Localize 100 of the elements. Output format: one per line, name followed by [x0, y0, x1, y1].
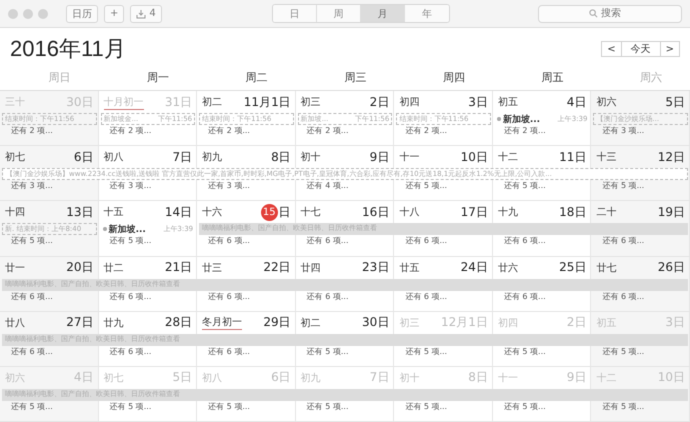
more-events-link[interactable]: 还有 6 项...: [492, 235, 592, 250]
more-events-link[interactable]: 还有 5 项...: [197, 400, 296, 415]
lunar-date: 十二: [498, 150, 518, 164]
calendars-button[interactable]: 日历: [66, 4, 98, 22]
lunar-date: 廿七: [596, 262, 616, 274]
more-events-link[interactable]: 还有 2 项...: [197, 125, 296, 139]
lunar-date: 初八: [202, 372, 222, 385]
lunar-date: 廿九: [104, 316, 124, 330]
day-number: 6日: [271, 369, 291, 386]
lunar-date: 十九: [498, 206, 518, 220]
lunar-date: 初十: [300, 150, 321, 164]
lunar-date: 十七: [300, 206, 321, 220]
more-events-link[interactable]: 还有 3 项...: [0, 180, 99, 194]
day-number: 8日: [468, 369, 488, 386]
weekday-label: 周日: [48, 70, 72, 84]
more-events-link[interactable]: 还有 2 项...: [492, 125, 592, 139]
event-title[interactable]: 新加坡...: [108, 223, 146, 236]
lunar-date: 十二: [596, 372, 616, 385]
more-events-link[interactable]: 还有 5 项...: [296, 400, 394, 415]
previous-month-button[interactable]: <: [601, 41, 622, 57]
more-events-link[interactable]: 还有 3 项...: [591, 125, 690, 139]
add-button[interactable]: +: [104, 4, 124, 22]
lunar-date: 初四: [498, 316, 518, 330]
lunar-date: 廿五: [399, 262, 420, 274]
lunar-date: 廿三: [202, 262, 222, 274]
lunar-date: 初九: [300, 372, 321, 385]
day-number: 10日: [460, 148, 488, 166]
day-number: 12月1日: [440, 314, 488, 332]
more-events-link[interactable]: 还有 5 项...: [492, 180, 592, 194]
day-number: 22日: [263, 259, 291, 276]
more-events-link[interactable]: 还有 5 项...: [0, 400, 99, 415]
more-events-link[interactable]: 还有 2 项...: [296, 125, 394, 139]
day-number: 12日: [658, 148, 685, 166]
view-tab[interactable]: 日: [272, 5, 317, 22]
lunar-date: 十六: [202, 206, 222, 220]
day-number: 6日: [74, 148, 94, 166]
day-number: 7日: [370, 369, 390, 386]
more-events-link[interactable]: 还有 3 项...: [98, 180, 198, 194]
minimize-button[interactable]: [23, 8, 33, 18]
day-number: 11月1日: [244, 94, 291, 110]
day-number: 5日: [172, 369, 192, 386]
search-field[interactable]: 搜索: [538, 4, 682, 22]
more-events-link[interactable]: 还有 6 项...: [0, 346, 99, 360]
inbox-button[interactable]: 4: [130, 4, 162, 22]
close-button[interactable]: [8, 8, 18, 18]
weekday-label: 周四: [442, 70, 466, 84]
more-events-link[interactable]: 还有 5 项...: [492, 400, 592, 415]
more-events-link[interactable]: 还有 6 项...: [98, 346, 198, 360]
lunar-date: 冬月初一: [202, 315, 242, 330]
more-events-link[interactable]: 还有 6 项...: [492, 290, 592, 304]
more-events-link[interactable]: 还有 5 项...: [394, 346, 493, 360]
lunar-date: 初七: [5, 150, 25, 164]
more-events-link[interactable]: 还有 5 项...: [0, 235, 99, 250]
more-events-link[interactable]: 还有 5 项...: [394, 180, 493, 194]
view-tab[interactable]: 周: [316, 5, 361, 22]
day-number: 10日: [658, 369, 685, 386]
search-input[interactable]: 搜索: [601, 8, 631, 19]
more-events-link[interactable]: 还有 5 项...: [591, 400, 690, 415]
lunar-date: 廿八: [5, 316, 25, 330]
lunar-date: 廿六: [498, 262, 518, 274]
lunar-date: 初二: [202, 96, 222, 109]
more-events-link[interactable]: 还有 6 项...: [394, 235, 493, 250]
lunar-date: 十一: [399, 150, 420, 164]
more-events-link[interactable]: 还有 2 项...: [0, 125, 99, 139]
more-events-link[interactable]: 还有 5 项...: [296, 346, 394, 360]
more-events-link[interactable]: 还有 6 项...: [197, 346, 296, 360]
more-events-link[interactable]: 还有 6 项...: [296, 235, 394, 250]
more-events-link[interactable]: 还有 5 项...: [591, 180, 690, 194]
download-tray-icon: [136, 8, 146, 18]
lunar-date: 十四: [5, 206, 25, 220]
more-events-link[interactable]: 还有 5 项...: [98, 400, 198, 415]
more-events-link[interactable]: 还有 5 项...: [492, 346, 592, 360]
next-month-button[interactable]: >: [660, 41, 680, 57]
more-events-link[interactable]: 还有 6 项...: [591, 290, 690, 304]
lunar-date: 初六: [5, 372, 25, 385]
more-events-link[interactable]: 还有 6 项...: [197, 290, 296, 304]
more-events-link[interactable]: 还有 6 项...: [98, 290, 198, 304]
event-title[interactable]: 新加坡...: [502, 113, 540, 125]
view-tab[interactable]: 月: [360, 5, 405, 22]
day-number: 3日: [468, 94, 488, 110]
more-events-link[interactable]: 还有 2 项...: [98, 125, 198, 139]
lunar-date: 十八: [399, 206, 420, 220]
more-events-link[interactable]: 还有 6 项...: [591, 235, 690, 250]
more-events-link[interactable]: 还有 5 项...: [98, 235, 198, 250]
more-events-link[interactable]: 还有 6 项...: [197, 235, 296, 250]
more-events-link[interactable]: 还有 5 项...: [591, 346, 690, 360]
day-number: 30日: [66, 94, 94, 110]
day-number: 9日: [370, 148, 390, 166]
zoom-button[interactable]: [38, 8, 48, 18]
more-events-link[interactable]: 还有 6 项...: [394, 290, 493, 304]
day-number: 4日: [566, 94, 586, 110]
today-button[interactable]: 今天: [622, 41, 660, 57]
more-events-link[interactable]: 还有 6 项...: [296, 290, 394, 304]
day-number: 5日: [665, 94, 685, 110]
more-events-link[interactable]: 还有 3 项...: [197, 180, 296, 194]
more-events-link[interactable]: 还有 5 项...: [394, 400, 493, 415]
day-number: 8日: [271, 148, 291, 166]
more-events-link[interactable]: 还有 6 项...: [0, 290, 99, 304]
more-events-link[interactable]: 还有 4 项...: [296, 180, 394, 194]
more-events-link[interactable]: 还有 2 项...: [394, 125, 493, 139]
